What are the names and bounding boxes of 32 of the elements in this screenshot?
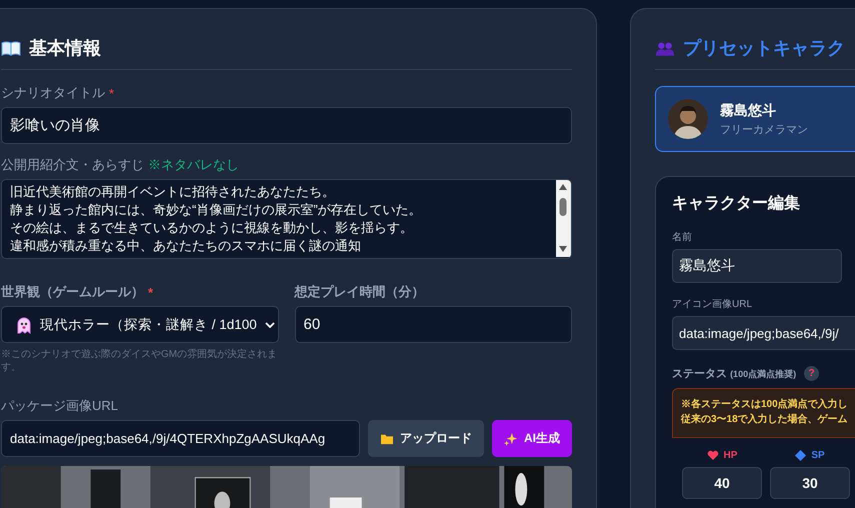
field-label: ステータス (100点満点推奨) xyxy=(672,366,796,380)
name-field[interactable]: 霧島悠斗 xyxy=(672,249,842,283)
stat-label: SP xyxy=(811,450,825,460)
stat-field[interactable]: 40 xyxy=(682,467,762,499)
field-label: パッケージ画像URL xyxy=(1,397,118,415)
required-mark: * xyxy=(148,284,154,300)
field-label: 世界観（ゲームルール） xyxy=(1,283,144,301)
world-select[interactable]: 現代ホラー（探索・謎解き / 1d100 xyxy=(1,306,278,343)
character-role: フリーカメラマン xyxy=(720,122,808,136)
warning-text: ※各ステータスは100点満点で入力し xyxy=(681,398,849,412)
stat-label: HP xyxy=(724,450,738,460)
section-title: プリセットキャラク xyxy=(683,37,845,60)
card-title: キャラクター編集 xyxy=(672,194,801,214)
spoiler-note: ※ネタバレなし xyxy=(148,156,239,174)
icon-url-field[interactable]: data:image/jpeg;base64,/9j/ xyxy=(672,316,855,350)
hint-text: ※このシナリオで遊ぶ際のダイスやGMの雰囲気が決定されます。 xyxy=(1,348,278,375)
ai-generate-button[interactable]: AI生成 xyxy=(492,420,572,457)
stat-field[interactable]: 30 xyxy=(770,467,850,499)
image-url-field[interactable]: data:image/jpeg;base64,/9j/4QTERXhpZgAASUkqAAg xyxy=(1,420,360,457)
play-time-field[interactable]: 60 xyxy=(294,306,572,343)
field-label: 想定プレイ時間（分） xyxy=(294,283,424,301)
title-field[interactable]: 影喰いの肖像 xyxy=(1,107,572,144)
field-label: 名前 xyxy=(672,231,693,244)
upload-button[interactable]: アップロード xyxy=(368,420,484,457)
field-label: シナリオタイトル xyxy=(1,84,105,102)
warning-text: 従来の3〜18で入力した場合、ゲーム xyxy=(681,412,849,427)
character-name: 霧島悠斗 xyxy=(720,102,777,120)
field-label: アイコン画像URL xyxy=(672,298,754,311)
required-mark: * xyxy=(109,86,114,100)
character-card[interactable]: 霧島悠斗 フリーカメラマン xyxy=(655,86,855,152)
section-title: 基本情報 xyxy=(29,37,101,60)
field-label: 公開用紹介文・あらすじ xyxy=(1,156,144,174)
